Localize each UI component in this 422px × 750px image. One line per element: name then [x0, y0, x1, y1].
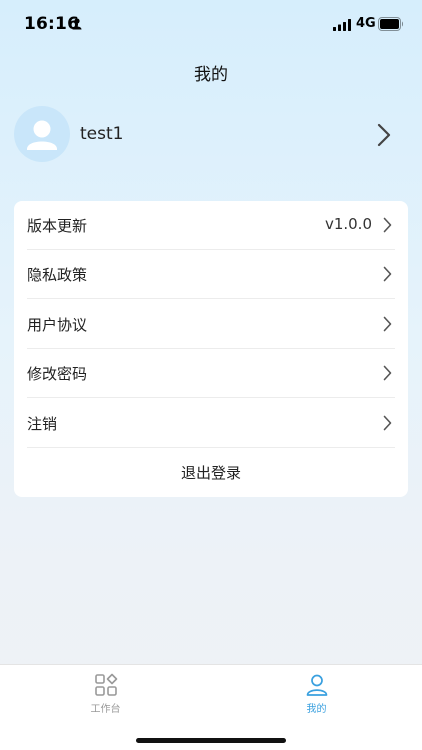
chevron-right-icon — [383, 266, 392, 282]
divider — [27, 397, 395, 398]
network-type: 4G — [356, 16, 376, 31]
version-value: v1.0.0 — [324, 215, 372, 233]
tab-label: 工作台 — [90, 704, 121, 715]
tab-workbench[interactable]: 工作台 — [0, 665, 211, 721]
divider — [27, 447, 395, 448]
person-icon — [306, 674, 328, 696]
menu-item-version-update[interactable]: 版本更新 v1.0.0 — [14, 201, 408, 250]
cellular-signal-icon — [333, 19, 351, 31]
default-avatar-icon — [27, 120, 57, 150]
tab-label: 我的 — [306, 704, 327, 715]
chevron-right-icon — [383, 316, 392, 332]
menu-item-label: 版本更新 — [27, 217, 88, 235]
menu-item-user-agreement[interactable]: 用户协议 — [14, 300, 408, 349]
person-status-icon — [72, 18, 82, 30]
divider — [27, 298, 395, 299]
menu-item-privacy-policy[interactable]: 隐私政策 — [14, 250, 408, 299]
tab-mine[interactable]: 我的 — [211, 665, 422, 721]
profile-row[interactable]: test1 — [14, 106, 408, 164]
status-time: 16:16 — [24, 14, 80, 34]
menu-item-change-password[interactable]: 修改密码 — [14, 349, 408, 398]
username: test1 — [80, 124, 124, 144]
status-bar: 16:16 4G — [0, 0, 422, 50]
settings-menu-card: 版本更新 v1.0.0 隐私政策 用户协议 修改密码 注销 退出登录 — [14, 201, 408, 497]
menu-item-label: 用户协议 — [27, 316, 88, 334]
chevron-right-icon — [383, 365, 392, 381]
menu-item-deregister[interactable]: 注销 — [14, 399, 408, 448]
chevron-right-icon — [377, 123, 391, 147]
home-indicator — [136, 738, 286, 743]
chevron-right-icon — [383, 415, 392, 431]
chevron-right-icon — [383, 217, 392, 233]
logout-button[interactable]: 退出登录 — [14, 449, 408, 497]
menu-item-label: 隐私政策 — [27, 266, 88, 284]
grid-icon — [95, 673, 118, 696]
menu-item-label: 注销 — [27, 415, 58, 433]
menu-item-label: 修改密码 — [27, 365, 88, 383]
battery-icon — [378, 17, 403, 31]
page-title: 我的 — [194, 65, 228, 85]
avatar — [14, 106, 70, 162]
